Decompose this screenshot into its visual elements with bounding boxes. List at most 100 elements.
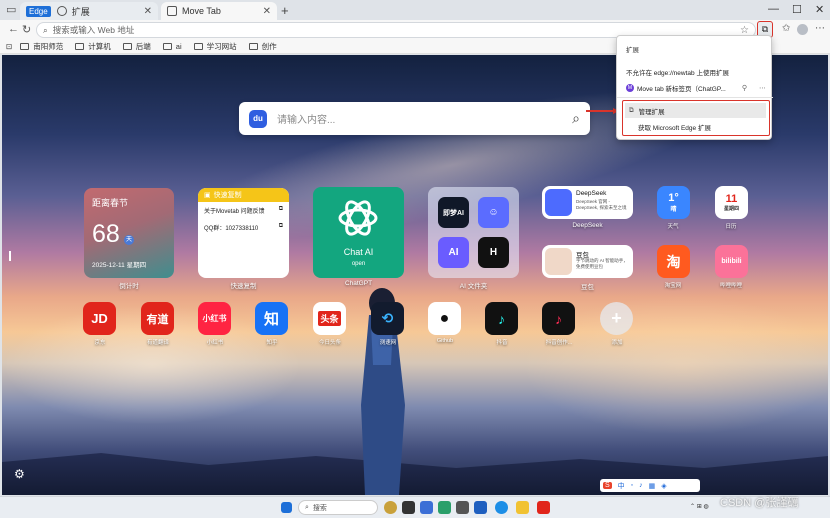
- widget-label: AI 文件夹: [459, 283, 488, 290]
- ai-assistant-icon[interactable]: ☺: [478, 197, 509, 228]
- quick-copy-widget[interactable]: ▣ 快速复制 关于Movetab 问题反馈 ⧉ QQ群：1027338110 ⧉: [198, 188, 289, 278]
- pin-icon[interactable]: ⚲: [742, 84, 747, 92]
- widget-label: 快速复制: [230, 283, 257, 290]
- taobao-icon[interactable]: 淘: [657, 245, 690, 278]
- bookmark-folder[interactable]: 计算机: [75, 41, 111, 52]
- bilibili-icon[interactable]: bilibili: [715, 245, 748, 278]
- favorites-icon[interactable]: ✩: [782, 23, 790, 34]
- douyin-creator-icon[interactable]: ♪: [542, 302, 575, 335]
- tab-movetab[interactable]: Move Tab ✕: [161, 2, 277, 20]
- bookmark-label: 南阳师范: [33, 42, 64, 51]
- deepseek-card[interactable]: DeepSeek DeepSeek 官网 - DeepSeek, 探索未至之境: [542, 186, 633, 219]
- extensions-menu: 扩展 不允许在 edge://newtab 上使用扩展 M Move tab 新…: [616, 35, 773, 140]
- zhihu-icon[interactable]: 知: [255, 302, 288, 335]
- ime-toolbar[interactable]: S 中 ◦ ♪ ▦ ◈: [600, 479, 700, 492]
- settings-gear-icon[interactable]: ⚙: [14, 467, 25, 481]
- taskbar-search[interactable]: ⌕ 搜索: [298, 500, 378, 515]
- csdn-watermark: CSDN @张謹礪: [720, 497, 799, 509]
- ai-icon[interactable]: AI: [438, 237, 469, 268]
- task-view-icon[interactable]: [402, 501, 415, 514]
- refresh-icon[interactable]: ↻: [22, 23, 31, 36]
- xiaohongshu-icon[interactable]: 小红书: [198, 302, 231, 335]
- window-close-icon[interactable]: ✕: [815, 3, 824, 16]
- toutiao-icon[interactable]: 头条: [313, 302, 346, 335]
- sidebar-handle[interactable]: [9, 251, 11, 261]
- search-box[interactable]: du 请输入内容... ⌕: [239, 102, 590, 135]
- jimeng-icon[interactable]: 即梦AI: [438, 197, 469, 228]
- copy-icon[interactable]: ⧉: [279, 223, 283, 232]
- wps-icon[interactable]: [537, 501, 550, 514]
- folder-icon: [20, 43, 30, 50]
- copy-row-text: 关于Movetab 问题反馈: [204, 209, 265, 215]
- douyin-icon[interactable]: ♪: [485, 302, 518, 335]
- speedtest-icon[interactable]: ⟲: [371, 302, 404, 335]
- doubao-card[interactable]: 豆包 字节跳动的 AI 智能助手，免费使用豆包: [542, 245, 633, 278]
- bookmark-apps-icon[interactable]: ⊡: [6, 42, 12, 51]
- ime-mic-icon[interactable]: ♪: [639, 482, 643, 489]
- search-icon: ⌕: [305, 503, 309, 511]
- edge-taskbar-icon[interactable]: [495, 501, 508, 514]
- taskbar-app-icon[interactable]: [384, 501, 397, 514]
- tab-actions-icon[interactable]: ▭: [6, 3, 16, 16]
- countdown-date: 2025-12-11 星期四: [92, 262, 147, 269]
- app-label: 抖音: [496, 340, 508, 346]
- jd-icon[interactable]: JD: [83, 302, 116, 335]
- chatgpt-open: open: [351, 261, 366, 267]
- puzzle-icon: ⧉: [761, 24, 769, 34]
- maximize-icon[interactable]: ☐: [792, 3, 802, 16]
- openai-icon: [338, 200, 378, 236]
- chatgpt-widget[interactable]: Chat AI open: [313, 187, 404, 278]
- new-tab-icon[interactable]: +: [281, 3, 289, 18]
- calendar-widget[interactable]: 11 星期四: [715, 186, 748, 219]
- weather-widget[interactable]: 1° 晴: [657, 186, 690, 219]
- favorite-star-icon[interactable]: ☆: [740, 25, 749, 36]
- taskbar-app-icon[interactable]: [456, 501, 469, 514]
- bookmark-folder[interactable]: 后端: [122, 41, 151, 52]
- extension-item-movetab[interactable]: M Move tab 新标签页（ChatGP... ⚲ ⋯: [626, 83, 766, 93]
- app-label: 添加: [611, 340, 623, 346]
- search-icon[interactable]: ⌕: [572, 110, 580, 127]
- countdown-title: 距离春节: [92, 198, 129, 208]
- copy-icon[interactable]: ⧉: [279, 206, 283, 215]
- youdao-icon[interactable]: 有道: [141, 302, 174, 335]
- countdown-widget[interactable]: 距离春节 68 天 2025-12-11 星期四: [84, 188, 174, 278]
- manage-extensions-item[interactable]: ⧉ 管理扩展: [625, 103, 766, 118]
- widget-label: 倒计时: [119, 283, 139, 290]
- file-explorer-icon[interactable]: [516, 501, 529, 514]
- get-extensions-link[interactable]: 获取 Microsoft Edge 扩展: [638, 122, 711, 132]
- github-icon[interactable]: ●: [428, 302, 461, 335]
- ime-punct-icon[interactable]: ◦: [631, 482, 633, 489]
- ai-folder[interactable]: 即梦AI ☺ AI H: [428, 187, 519, 278]
- bookmark-folder[interactable]: 创作: [248, 41, 277, 52]
- close-icon[interactable]: ✕: [263, 6, 271, 17]
- taskbar-app-icon[interactable]: [420, 501, 433, 514]
- windows-start-icon[interactable]: [281, 502, 292, 513]
- h-app-icon[interactable]: H: [478, 237, 509, 268]
- ime-skin-icon[interactable]: ◈: [661, 482, 666, 490]
- system-tray[interactable]: ⌃ ⊞ ◍: [690, 503, 709, 510]
- widget-label: 豆包: [581, 284, 594, 291]
- bookmark-folder[interactable]: 学习网站: [193, 41, 237, 52]
- taskbar-app-icon[interactable]: [474, 501, 487, 514]
- back-icon[interactable]: ←: [8, 23, 19, 35]
- taskbar: ⌕ 搜索 ⌃ ⊞ ◍: [0, 496, 830, 518]
- add-shortcut-button[interactable]: +: [600, 302, 633, 335]
- tab-extensions[interactable]: Edge 扩展 ✕: [20, 2, 158, 20]
- avatar[interactable]: [797, 24, 808, 35]
- bookmark-folder[interactable]: 南阳师范: [20, 41, 63, 52]
- copy-row[interactable]: QQ群：1027338110 ⧉: [198, 219, 289, 236]
- more-icon[interactable]: ⋯: [815, 23, 825, 34]
- bookmark-label: 后端: [135, 42, 151, 51]
- copy-row[interactable]: 关于Movetab 问题反馈 ⧉: [198, 202, 289, 219]
- ime-mode-icon[interactable]: 中: [618, 481, 625, 491]
- ime-keyboard-icon[interactable]: ▦: [649, 482, 656, 490]
- bookmark-folder[interactable]: ai: [162, 42, 182, 51]
- minimize-icon[interactable]: —: [768, 3, 779, 15]
- address-placeholder: 搜索或输入 Web 地址: [52, 25, 135, 35]
- taskbar-app-icon[interactable]: [438, 501, 451, 514]
- baidu-icon[interactable]: du: [249, 109, 267, 128]
- toutiao-text: 头条: [318, 311, 341, 326]
- more-icon[interactable]: ⋯: [759, 84, 766, 92]
- folder-icon: [122, 43, 132, 50]
- close-icon[interactable]: ✕: [144, 6, 152, 17]
